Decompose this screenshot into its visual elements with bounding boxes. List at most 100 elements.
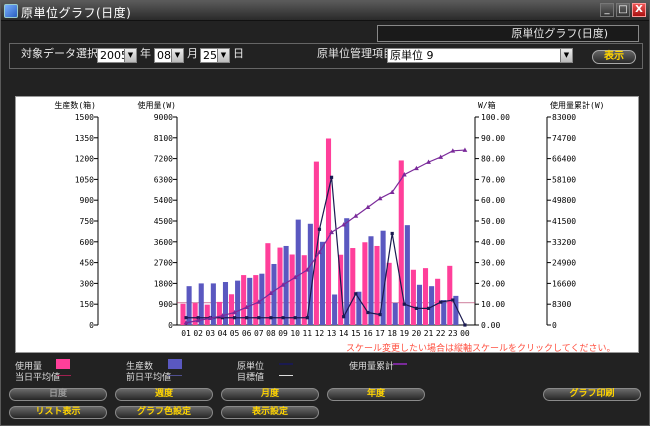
point-unit (390, 231, 394, 236)
point-unit (342, 315, 346, 319)
day-value: 25 (203, 49, 217, 62)
maximize-button[interactable]: □ (616, 3, 630, 17)
x-tick-label: 10 (290, 329, 300, 338)
print-graph-button[interactable]: グラフ印刷 (543, 388, 641, 401)
bar-usage (422, 268, 429, 325)
week-button[interactable]: 週度 (115, 388, 213, 401)
x-tick-label: 16 (363, 329, 373, 338)
axis-title-production: 生産数(箱) (54, 100, 96, 110)
target-data-label: 対象データ選択 (21, 47, 98, 60)
legend-avg-prev-label: 前日平均値 (126, 373, 172, 383)
bar-usage (350, 248, 356, 325)
legend-unit-line (279, 363, 293, 365)
tick-label-production: 1200 (75, 155, 94, 164)
tick-label-unit: 10.00 (481, 300, 505, 309)
year-select[interactable]: 2005 ▼ (97, 48, 137, 63)
day-button[interactable]: 日度 (9, 388, 107, 401)
bar-usage (265, 243, 271, 325)
minimize-button[interactable]: _ (600, 3, 614, 17)
point-unit (366, 310, 370, 315)
x-tick-label: 13 (327, 329, 337, 338)
legend-target-label: 目標値 (237, 373, 265, 383)
tick-label-unit: 40.00 (481, 238, 505, 247)
bar-production (404, 225, 410, 325)
month-value: 08 (157, 49, 171, 62)
item-select[interactable]: 原単位 9 ▼ (387, 48, 573, 63)
bar-usage (204, 304, 210, 325)
bar-production (441, 300, 447, 325)
legend: 使用量 当日平均値 生産数 前日平均値 原単位 目標値 使用量累計 (1, 353, 650, 383)
x-tick-label: 09 (278, 329, 288, 338)
year-unit: 年 (140, 47, 151, 60)
bar-usage (386, 262, 392, 325)
month-select[interactable]: 08 ▼ (154, 48, 184, 63)
chevron-down-icon: ▼ (171, 49, 183, 62)
point-unit (463, 323, 467, 327)
point-unit (184, 316, 188, 320)
axis-title-unit: W/箱 (478, 100, 496, 110)
chevron-down-icon: ▼ (217, 49, 229, 62)
tick-label-unit: 70.00 (481, 175, 505, 184)
point-unit (257, 316, 261, 320)
chevron-down-icon: ▼ (124, 49, 136, 62)
point-unit (293, 316, 297, 320)
axis-title-cumulative: 使用量累計(W) (550, 100, 604, 110)
day-select[interactable]: 25 ▼ (200, 48, 230, 63)
point-unit (329, 175, 334, 179)
point-unit (317, 227, 322, 231)
x-tick-label: 15 (351, 329, 361, 338)
x-tick-label: 01 (181, 329, 191, 338)
x-tick-label: 21 (424, 329, 434, 338)
title-bar[interactable]: 原単位グラフ(日度) _ □ X (1, 1, 649, 21)
x-tick-label: 00 (460, 329, 470, 338)
tick-label-production: 450 (80, 259, 95, 268)
bar-usage (410, 269, 416, 325)
tick-label-unit: 90.00 (481, 134, 505, 143)
tick-label-unit: 50.00 (481, 217, 505, 226)
legend-production-swatch (168, 359, 182, 369)
day-unit: 日 (233, 47, 244, 60)
month-button[interactable]: 月度 (221, 388, 319, 401)
x-tick-label: 22 (436, 329, 446, 338)
tick-label-cumulative: 49800 (552, 196, 576, 205)
bar-production (332, 294, 338, 325)
point-unit (378, 313, 382, 317)
tick-label-cumulative: 41500 (552, 217, 576, 226)
tick-label-usage: 7200 (154, 155, 173, 164)
show-button[interactable]: 表示 (592, 50, 636, 64)
chart-panel: 生産数(箱) 使用量(W) W/箱 使用量累計(W) 1500 1350 1200 1050 9… (15, 96, 639, 353)
point-unit (232, 316, 237, 320)
point-unit (245, 316, 249, 320)
display-settings-button[interactable]: 表示設定 (221, 406, 319, 419)
tick-label-usage: 4500 (154, 217, 173, 226)
x-tick-label: 23 (448, 329, 458, 338)
x-tick-label: 20 (412, 329, 422, 338)
tick-label-usage: 8100 (154, 134, 173, 143)
tick-label-usage: 3600 (154, 238, 173, 247)
tick-label-cumulative: 0 (552, 321, 557, 330)
year-button[interactable]: 年度 (327, 388, 425, 401)
item-value: 原単位 9 (390, 49, 434, 62)
tick-label-unit: 30.00 (481, 259, 505, 268)
tick-label-cumulative: 58100 (552, 175, 576, 184)
tick-label-production: 300 (80, 279, 95, 288)
tick-label-cumulative: 83000 (552, 113, 576, 122)
bar-usage (325, 138, 332, 325)
tick-label-cumulative: 16600 (552, 279, 576, 288)
x-tick-label: 07 (254, 329, 264, 338)
tick-label-production: 0 (89, 321, 94, 330)
item-label: 原単位管理項目 (317, 47, 394, 60)
x-tick-label: 14 (339, 329, 349, 338)
bar-usage (301, 255, 307, 325)
chevron-down-icon: ▼ (560, 49, 572, 62)
graph-color-button[interactable]: グラフ色設定 (115, 406, 213, 419)
x-tick-label: 04 (218, 329, 228, 338)
x-tick-label: 03 (205, 329, 215, 338)
close-button[interactable]: X (632, 3, 646, 17)
tick-label-production: 600 (80, 238, 95, 247)
legend-avg-today-line (57, 375, 71, 376)
legend-target-line (279, 375, 293, 376)
tick-label-usage: 9000 (154, 113, 173, 122)
x-tick-label: 05 (230, 329, 240, 338)
list-view-button[interactable]: リスト表示 (9, 406, 107, 419)
